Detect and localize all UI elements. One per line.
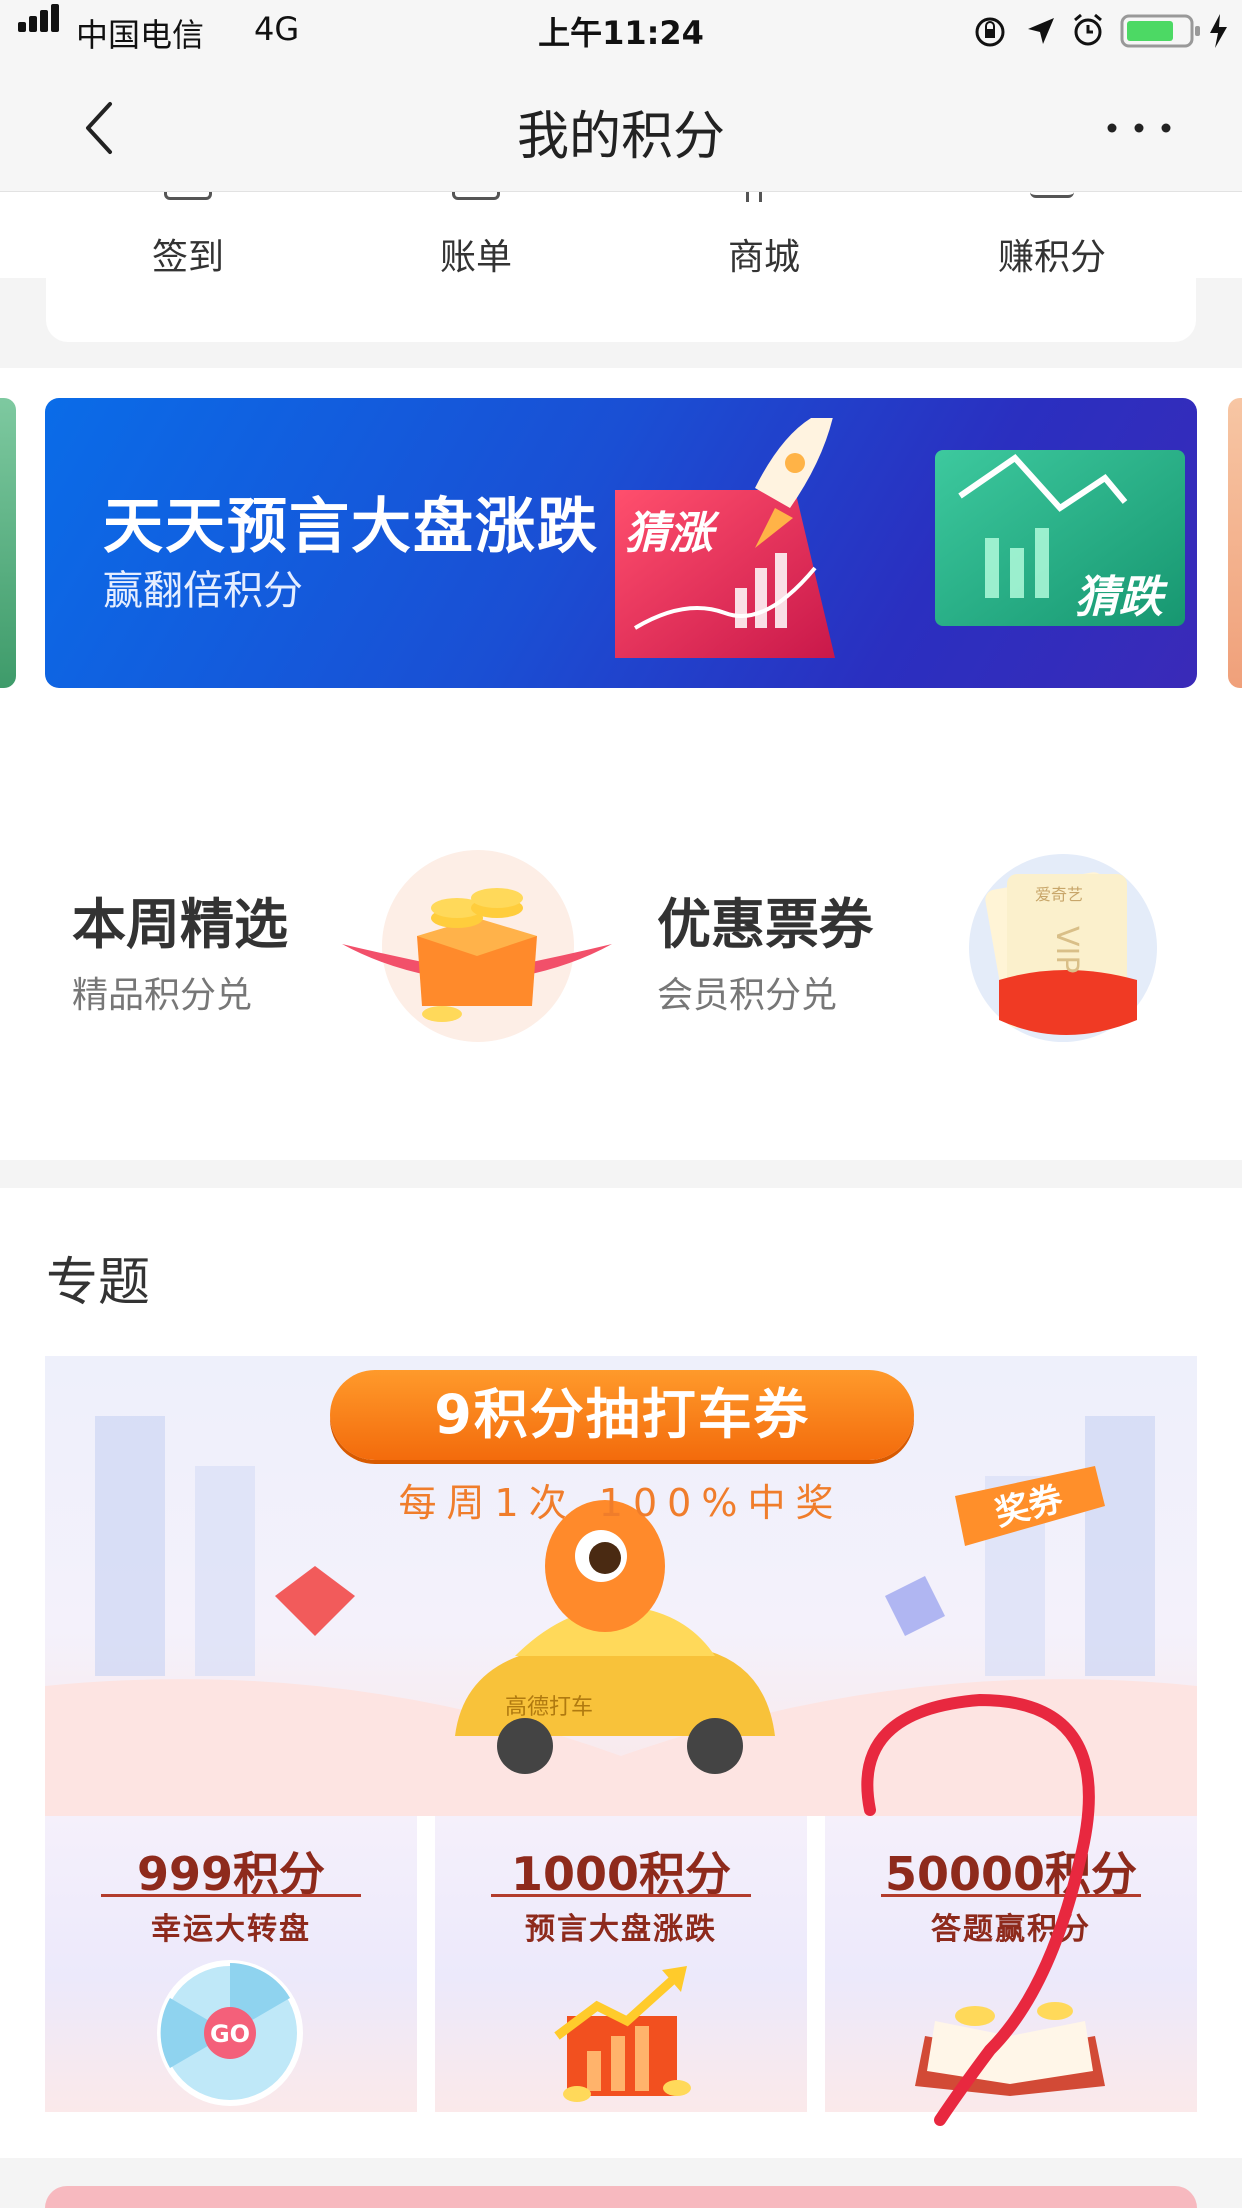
- earn-points-icon: [1030, 192, 1074, 198]
- coupons-card[interactable]: 优惠票券 会员积分兑 爱奇艺 VIP: [621, 736, 1242, 1160]
- coupons-subtitle: 会员积分兑: [657, 975, 838, 1016]
- tile-divider: [101, 1894, 361, 1897]
- alarm-icon: [1074, 13, 1102, 46]
- rising-chart-icon: [554, 1966, 691, 2102]
- topics-header: 专题: [46, 1253, 151, 1313]
- quick-action-earn[interactable]: 赚积分: [942, 228, 1162, 280]
- prize-wheel-icon: GO: [157, 1960, 303, 2106]
- guess-up-tag: 猜涨: [625, 508, 720, 559]
- page-title: 我的积分: [516, 107, 725, 167]
- bill-icon: [452, 192, 500, 200]
- prev-banner-peek[interactable]: [0, 398, 16, 688]
- status-bar: 中国电信 4G 上午11:24: [0, 0, 1242, 62]
- tile-divider: [491, 1894, 751, 1897]
- rise-fall-graphic-icon: 猜涨 猜跌: [615, 418, 1185, 658]
- tile-label: 预言大盘涨跌: [525, 1912, 717, 1947]
- next-card-peek: [45, 2186, 1197, 2208]
- ticket-brand-text: 爱奇艺: [1035, 885, 1083, 904]
- ticket-vip-text: VIP: [1049, 926, 1084, 973]
- location-arrow-icon: [1028, 18, 1054, 44]
- promo-title: 9积分抽打车券: [330, 1370, 914, 1460]
- coupons-title: 优惠票券: [657, 893, 873, 956]
- battery-icon: [1120, 14, 1200, 48]
- banner-title: 天天预言大盘涨跌: [103, 492, 599, 562]
- weekly-picks-subtitle: 精品积分兑: [72, 975, 253, 1016]
- card-bottom-edge: [46, 278, 1196, 342]
- weekly-picks-card[interactable]: 本周精选 精品积分兑: [0, 736, 621, 1160]
- predict-market-banner[interactable]: 天天预言大盘涨跌 赢翻倍积分 猜涨 猜跌: [45, 398, 1197, 688]
- hand-drawn-annotation-icon: [861, 1693, 1095, 2126]
- banner-subtitle: 赢翻倍积分: [103, 568, 303, 614]
- guess-down-tag: 猜跌: [1075, 572, 1168, 623]
- promo-subtitle: 每周1次 100%中奖: [398, 1481, 844, 1525]
- charging-bolt-icon: [1210, 14, 1227, 48]
- nav-bar: 我的积分: [0, 62, 1242, 192]
- weekly-picks-title: 本周精选: [72, 893, 288, 956]
- next-banner-peek[interactable]: [1228, 398, 1242, 688]
- quick-action-mall[interactable]: 商城: [654, 228, 874, 280]
- car-brand-text: 高德打车: [505, 1695, 593, 1720]
- treasure-box-icon: [342, 850, 612, 1042]
- quick-action-checkin[interactable]: 签到: [78, 228, 298, 280]
- quick-actions: 签到 账单 商城 赚积分: [0, 192, 1242, 278]
- go-text: GO: [210, 2020, 250, 2048]
- selection-section: 本周精选 精品积分兑 优惠票券 会员积分兑 爱奇艺 VIP: [0, 736, 1242, 1160]
- vip-ticket-icon: 爱奇艺 VIP: [969, 854, 1157, 1042]
- quick-action-bill[interactable]: 账单: [366, 228, 586, 280]
- mall-icon: [746, 192, 762, 202]
- checkin-icon: [164, 192, 212, 200]
- orientation-lock-icon: [975, 17, 1005, 47]
- predict-market-tile[interactable]: 1000积分 预言大盘涨跌: [435, 1816, 807, 2112]
- tile-label: 幸运大转盘: [151, 1912, 311, 1947]
- lucky-wheel-tile[interactable]: 999积分 幸运大转盘 GO: [45, 1816, 417, 2112]
- more-dots-icon[interactable]: [1104, 120, 1174, 136]
